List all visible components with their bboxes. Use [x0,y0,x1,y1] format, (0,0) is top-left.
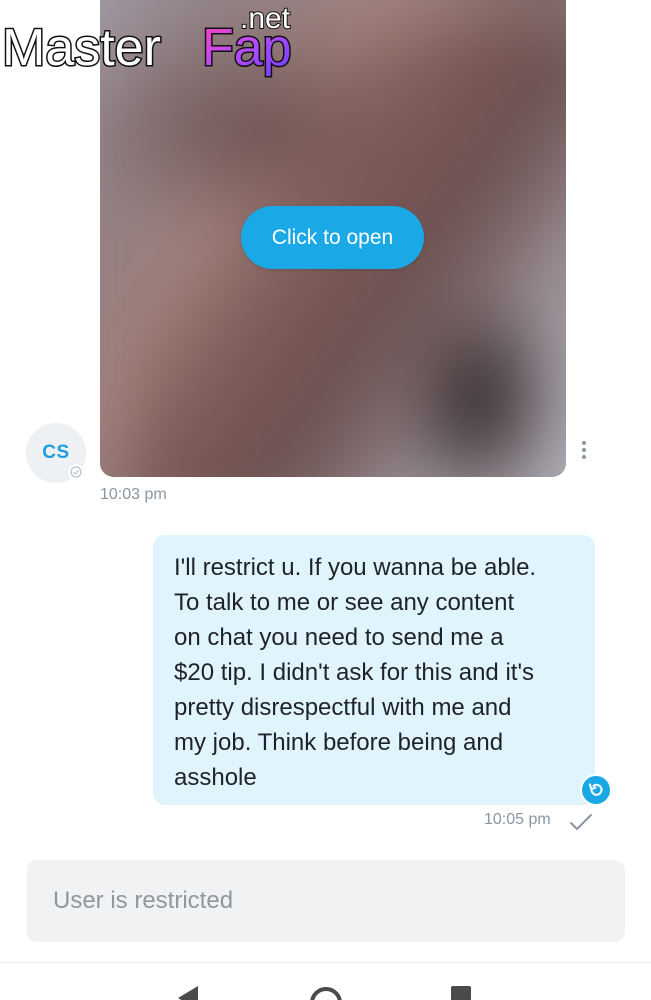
more-vertical-icon[interactable] [572,436,596,464]
verified-badge-icon [68,464,84,480]
restricted-notice: User is restricted [27,860,625,942]
more-dot [582,455,586,459]
svg-text:Master: Master [2,19,161,77]
avatar-initials: CS [42,442,70,463]
sent-message-text: I'll restrict u. If you wanna be able. T… [174,554,537,791]
recent-apps-icon[interactable] [451,986,471,1000]
restricted-text: User is restricted [53,887,234,914]
sent-timestamp: 10:05 pm [484,811,551,828]
check-icon [570,814,592,830]
received-timestamp: 10:03 pm [100,486,167,503]
more-dot [582,448,586,452]
back-icon[interactable] [176,986,200,1000]
home-icon[interactable] [309,986,343,1000]
click-to-open-button[interactable]: Click to open [241,206,424,269]
more-dot [582,441,586,445]
sent-message-bubble[interactable]: I'll restrict u. If you wanna be able. T… [153,535,595,805]
undo-icon[interactable] [580,774,612,806]
nav-divider [0,962,651,963]
chat-screen: .net Master Fap Click to open CS 10:03 p… [0,0,651,1000]
svg-text:Fap: Fap [202,19,292,77]
watermark-logo: .net Master Fap [2,2,312,82]
